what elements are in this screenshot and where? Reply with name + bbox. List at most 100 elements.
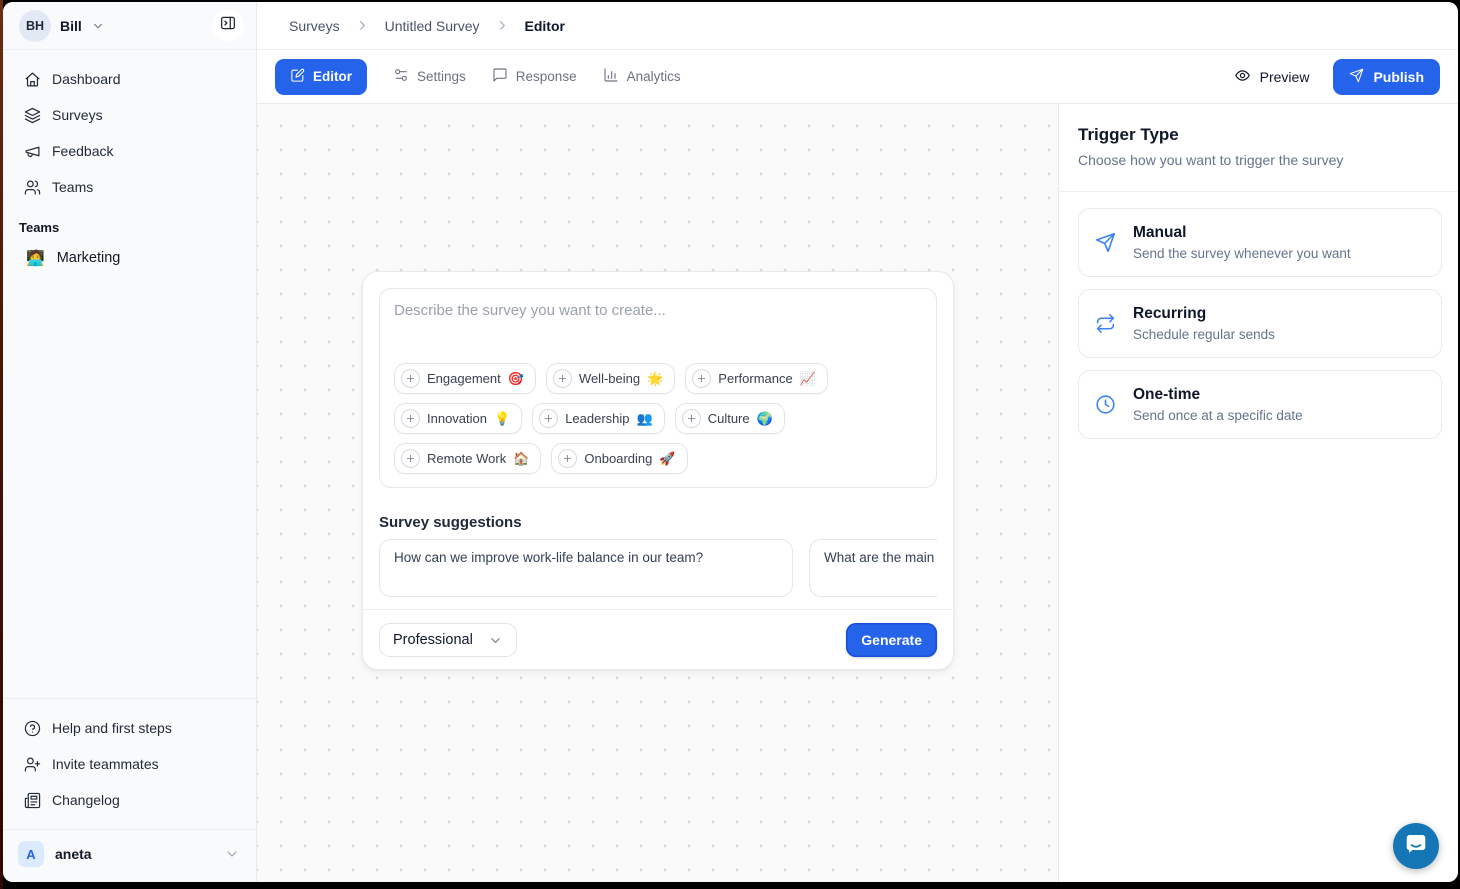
generate-button[interactable]: Generate	[846, 623, 937, 657]
users-icon	[24, 179, 41, 196]
bar-chart-icon	[603, 67, 619, 86]
trigger-option-recurring[interactable]: Recurring Schedule regular sends	[1078, 289, 1442, 358]
user-plus-icon	[24, 756, 41, 773]
sidebar-item-dashboard[interactable]: Dashboard	[15, 62, 244, 96]
sidebar-team-marketing[interactable]: 🧑‍💻 Marketing	[15, 241, 244, 275]
plus-icon	[558, 449, 577, 468]
publish-button[interactable]: Publish	[1333, 59, 1440, 95]
sidebar-collapse-button[interactable]	[212, 10, 244, 42]
sidebar-item-label: Changelog	[52, 792, 120, 808]
layers-icon	[24, 107, 41, 124]
tab-settings[interactable]: Settings	[393, 67, 466, 86]
chip-onboarding[interactable]: Onboarding 🚀	[551, 443, 687, 474]
plus-icon	[401, 449, 420, 468]
sidebar-footer-nav: Help and first steps Invite teammates Ch…	[3, 698, 256, 829]
editor-canvas[interactable]: Describe the survey you want to create..…	[257, 104, 1058, 882]
publish-label: Publish	[1373, 69, 1424, 85]
chip-emoji: 📈	[800, 371, 816, 387]
chip-label: Performance	[718, 371, 792, 386]
chip-well-being[interactable]: Well-being 🌟	[546, 363, 675, 394]
breadcrumb-surveys[interactable]: Surveys	[289, 18, 340, 34]
sidebar-item-label: Teams	[52, 179, 93, 195]
tone-select[interactable]: Professional	[379, 623, 517, 657]
clock-icon	[1095, 394, 1116, 415]
repeat-icon	[1095, 313, 1116, 334]
tab-label: Settings	[417, 69, 466, 84]
app-window: BH Bill Dashboard Surv	[3, 2, 1458, 882]
chip-emoji: 🌟	[647, 371, 663, 387]
suggestion-card[interactable]: How can we improve work-life balance in …	[379, 539, 793, 597]
composer-footer: Professional Generate	[363, 609, 953, 669]
trigger-option-manual[interactable]: Manual Send the survey whenever you want	[1078, 208, 1442, 277]
chat-bubble-icon	[1404, 832, 1428, 861]
sidebar-item-label: Surveys	[52, 107, 103, 123]
chip-remote-work[interactable]: Remote Work 🏠	[394, 443, 541, 474]
team-label: Marketing	[57, 250, 121, 266]
sidebar-nav: Dashboard Surveys Feedback Teams	[3, 50, 256, 208]
sidebar-item-invite[interactable]: Invite teammates	[15, 747, 244, 781]
chip-emoji: 🏠	[513, 451, 529, 467]
workspace-name: Bill	[60, 18, 82, 34]
preview-button[interactable]: Preview	[1234, 67, 1310, 87]
chip-emoji: 🎯	[508, 371, 524, 387]
breadcrumb-editor: Editor	[525, 18, 565, 34]
team-emoji-icon: 🧑‍💻	[26, 249, 45, 267]
message-square-icon	[492, 67, 508, 86]
option-description: Schedule regular sends	[1133, 327, 1275, 342]
sidebar-item-label: Invite teammates	[52, 756, 159, 772]
chevron-right-icon	[495, 18, 510, 33]
tab-analytics[interactable]: Analytics	[603, 67, 681, 86]
workspace-switcher[interactable]: BH Bill	[3, 2, 256, 50]
trigger-panel-header: Trigger Type Choose how you want to trig…	[1059, 104, 1458, 192]
plus-icon	[692, 369, 711, 388]
prompt-placeholder: Describe the survey you want to create..…	[394, 302, 922, 319]
sidebar-item-surveys[interactable]: Surveys	[15, 98, 244, 132]
chip-label: Remote Work	[427, 451, 506, 466]
sidebar-item-help[interactable]: Help and first steps	[15, 711, 244, 745]
chip-label: Well-being	[579, 371, 640, 386]
sidebar-item-feedback[interactable]: Feedback	[15, 134, 244, 168]
survey-prompt-input[interactable]: Describe the survey you want to create..…	[379, 288, 937, 488]
ai-survey-composer-card: Describe the survey you want to create..…	[362, 271, 954, 670]
suggestion-card[interactable]: What are the main ob	[809, 539, 937, 597]
sidebar: BH Bill Dashboard Surv	[3, 2, 257, 882]
panel-subtitle: Choose how you want to trigger the surve…	[1078, 152, 1439, 168]
editor-toolbar: Editor Settings Response Analytics	[257, 50, 1458, 104]
option-title: One-time	[1133, 386, 1303, 404]
chip-leadership[interactable]: Leadership 👥	[532, 403, 665, 434]
chevron-down-icon	[91, 19, 105, 33]
tab-editor[interactable]: Editor	[275, 59, 367, 95]
sidebar-item-teams[interactable]: Teams	[15, 170, 244, 204]
main-area: Surveys Untitled Survey Editor Editor	[257, 2, 1458, 882]
user-avatar: A	[18, 841, 44, 867]
user-menu[interactable]: A aneta	[3, 829, 256, 882]
chip-innovation[interactable]: Innovation 💡	[394, 403, 522, 434]
chip-engagement[interactable]: Engagement 🎯	[394, 363, 536, 394]
plus-icon	[682, 409, 701, 428]
panel-toggle-icon	[219, 14, 237, 37]
sliders-icon	[393, 67, 409, 86]
trigger-type-panel: Trigger Type Choose how you want to trig…	[1058, 104, 1458, 882]
chip-emoji: 👥	[637, 411, 653, 427]
plus-icon	[401, 409, 420, 428]
plus-icon	[401, 369, 420, 388]
trigger-option-one-time[interactable]: One-time Send once at a specific date	[1078, 370, 1442, 439]
tab-response[interactable]: Response	[492, 67, 577, 86]
tab-label: Response	[516, 69, 577, 84]
chip-emoji: 🚀	[659, 451, 675, 467]
chip-emoji: 💡	[494, 411, 510, 427]
sidebar-item-label: Help and first steps	[52, 720, 172, 736]
sidebar-item-changelog[interactable]: Changelog	[15, 783, 244, 817]
chat-widget-button[interactable]	[1393, 823, 1439, 869]
chip-label: Culture	[708, 411, 750, 426]
eye-icon	[1234, 67, 1251, 87]
plus-icon	[553, 369, 572, 388]
preview-label: Preview	[1260, 69, 1310, 85]
chevron-right-icon	[355, 18, 370, 33]
chip-performance[interactable]: Performance 📈	[685, 363, 828, 394]
send-icon	[1349, 68, 1364, 86]
breadcrumb-untitled-survey[interactable]: Untitled Survey	[385, 18, 480, 34]
sidebar-item-label: Dashboard	[52, 71, 121, 87]
chevron-down-icon	[488, 633, 503, 648]
chip-culture[interactable]: Culture 🌍	[675, 403, 785, 434]
